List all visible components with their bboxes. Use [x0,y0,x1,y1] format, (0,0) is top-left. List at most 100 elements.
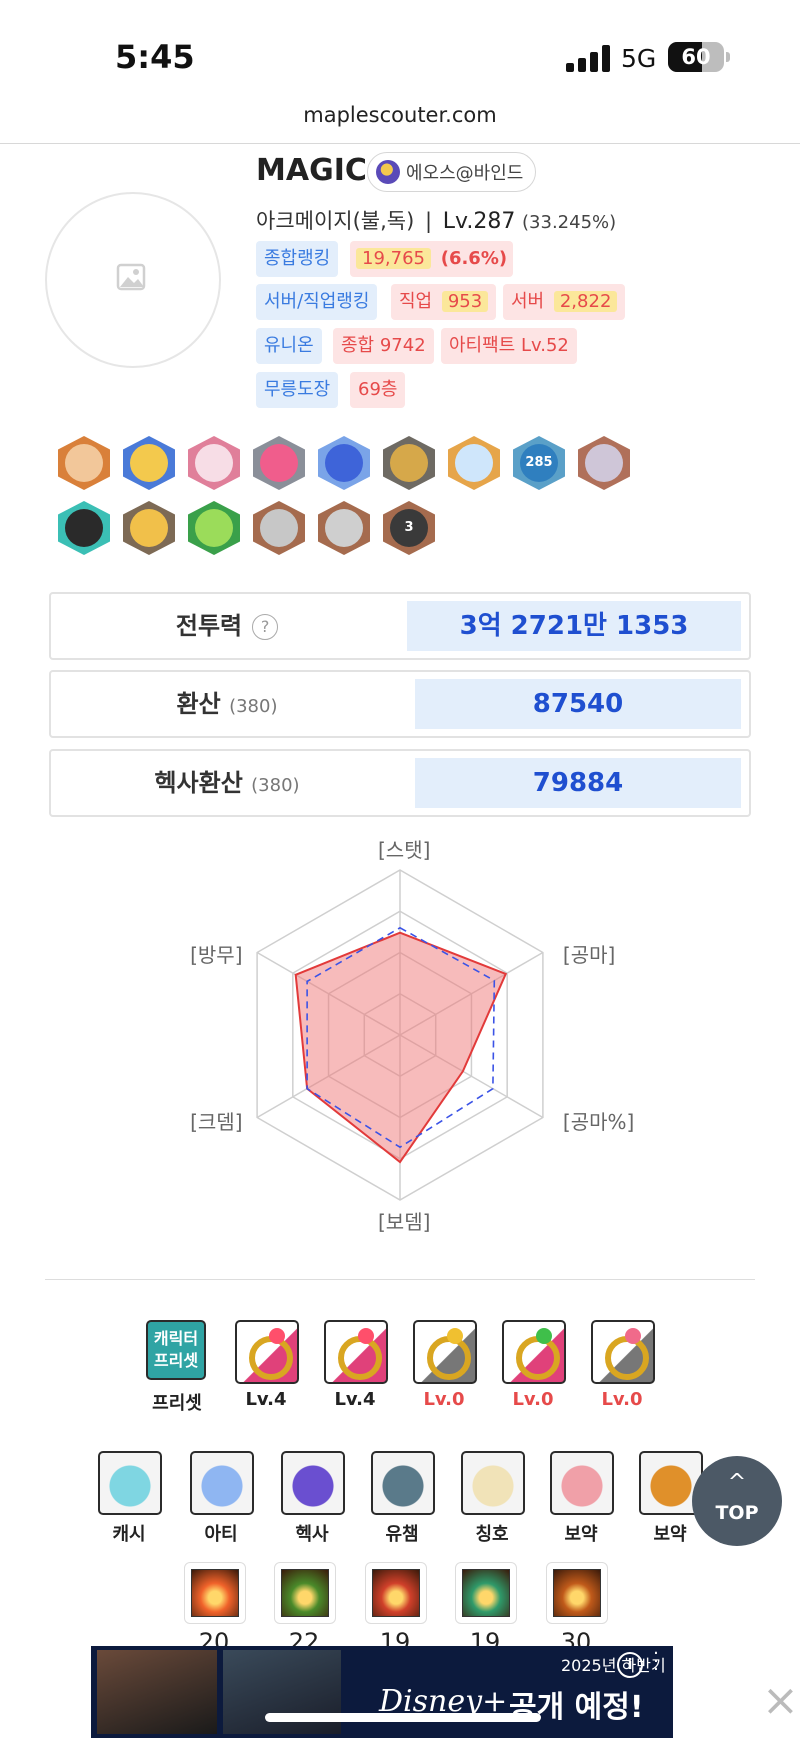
ring-slot-2[interactable] [324,1320,388,1384]
potion-button-1[interactable] [550,1451,614,1515]
world-name: 에오스@바인드 [406,163,524,184]
trophy-badge[interactable] [123,436,175,490]
character-level: Lv.287 [442,209,516,234]
battery-icon: 60 [668,42,724,72]
image-placeholder-icon [116,263,146,291]
badge-emblem [260,509,298,547]
badge-emblem [195,509,233,547]
gem-icon [536,1328,552,1344]
ring-slot-1[interactable] [235,1320,299,1384]
ad-info-icon[interactable]: i [617,1652,643,1678]
badge-emblem [65,444,103,482]
skill-fire-1[interactable] [184,1562,246,1624]
hexa-conversion-value: 79884 [415,758,741,808]
ring-slot-4[interactable] [502,1320,566,1384]
combat-power-box: 전투력? 3억 2721만 1353 [49,592,751,660]
job-rank-tag: 직업 953 [391,284,497,320]
gold-star-badge[interactable] [123,501,175,555]
ad-headline: 2025년 하반기 [561,1656,666,1675]
battery-tip [726,52,730,62]
skill-fire-3[interactable] [546,1562,608,1624]
divider [0,143,800,144]
badge-emblem [65,509,103,547]
ring-slot-3[interactable] [413,1320,477,1384]
character-portrait-badge[interactable] [578,436,630,490]
badge-emblem [130,509,168,547]
dojo-floor: 69층 [350,372,406,408]
world-icon [376,160,400,184]
badge-emblem [390,444,428,482]
skill-fire-2[interactable] [365,1562,427,1624]
address-bar[interactable]: maplescouter.com [0,103,800,127]
combat-power-label: 전투력 [175,612,243,640]
combat-power-value: 3억 2721만 1353 [407,601,741,651]
conversion-value: 87540 [415,679,741,729]
gem-icon [625,1328,641,1344]
server-rank-value: 2,822 [553,291,618,312]
skill-green[interactable] [455,1562,517,1624]
ring-slot-5[interactable] [591,1320,655,1384]
menu-label: 유챔 [385,1524,419,1545]
skill-icon [372,1569,420,1617]
scroll-top-button[interactable]: ^ TOP [692,1456,782,1546]
overall-rank-tag: 19,765 (6.6%) [350,241,514,277]
badge-emblem [585,444,623,482]
equipment-label: Lv.0 [601,1389,643,1410]
skill-icon [553,1569,601,1617]
skill-poison[interactable] [274,1562,336,1624]
crossed-swords-badge[interactable] [253,501,305,555]
knight-badge[interactable] [383,436,435,490]
signal-icon [566,44,610,72]
overall-rank-label: 종합랭킹 [256,241,339,277]
ad-banner[interactable]: 2025년 하반기 Disney+ 공개 예정! i · · · [91,1646,673,1738]
radar-label-boss-damage: [보뎀] [378,1210,431,1234]
close-icon[interactable]: × [762,1675,799,1726]
equipment-label: Lv.4 [334,1389,376,1410]
gem-icon [447,1328,463,1344]
wizard-hat-badge[interactable]: 3 [383,501,435,555]
artifact-button[interactable] [190,1451,254,1515]
union-label: 유니온 [256,328,322,364]
cash-item-button[interactable] [98,1451,162,1515]
legion-champion-button[interactable] [371,1451,435,1515]
skill-icon [191,1569,239,1617]
badge-emblem [455,444,493,482]
armor-badge[interactable] [318,501,370,555]
menu-label: 헥사 [295,1524,329,1545]
help-icon[interactable]: ? [252,614,279,640]
radar-label-crit-damage: [크뎀] [190,1109,243,1134]
skill-icon [281,1569,329,1617]
title-button[interactable] [461,1451,525,1515]
blue-flame-badge[interactable] [318,436,370,490]
radar-label-ignore-defense: [방무] [190,942,243,967]
character-preset-button[interactable]: 캐릭터 프리셋 [146,1320,206,1380]
hexa-button[interactable] [281,1451,345,1515]
hexa-conversion-box: 헥사환산 (380) 79884 [49,749,751,817]
target-badge[interactable] [188,436,240,490]
ad-menu-icon[interactable]: · · · [651,1646,661,1679]
hexa-conversion-label-cell: 헥사환산 (380) [51,751,403,815]
badge-emblem [325,509,363,547]
conversion-label: 환산 [176,690,221,718]
network-type: 5G [621,44,657,73]
badge-emblem [130,444,168,482]
union-total: 종합 9742 [333,328,434,364]
job-rank-label: 직업 [399,291,433,312]
level-285-badge[interactable]: 285 [513,436,565,490]
world-chip[interactable]: 에오스@바인드 [367,152,537,192]
gem-icon [269,1328,285,1344]
ring-icon [605,1336,649,1380]
diamond-badge[interactable] [448,436,500,490]
equipment-label: 프리셋 [152,1393,202,1414]
ring-icon [338,1336,382,1380]
ring-icon [249,1336,293,1380]
chevron-up-icon: ^ [727,1470,747,1495]
bronze-medal-badge[interactable] [58,436,110,490]
hexa-conversion-sub: (380) [251,775,300,796]
ring-gem-badge[interactable] [253,436,305,490]
equipment-label: Lv.0 [512,1389,554,1410]
green-monster-badge[interactable] [188,501,240,555]
star-hat-badge[interactable] [58,501,110,555]
radar-label-attack-pct: [공마%] [562,1109,635,1134]
clock: 5:45 [115,38,195,76]
